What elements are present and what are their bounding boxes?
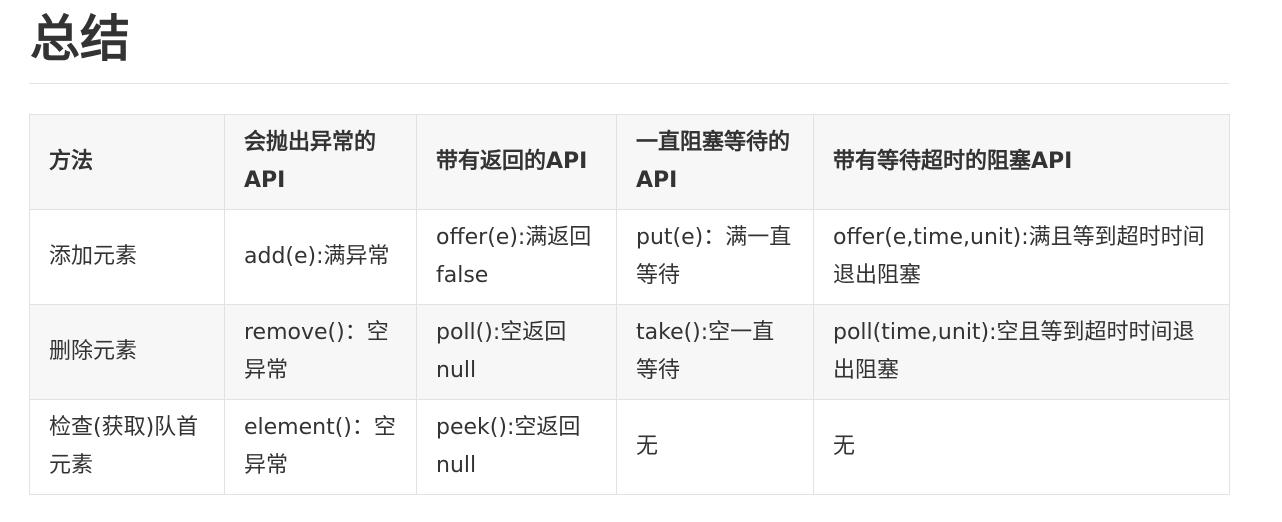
table-cell: 无 [616,399,814,495]
section-heading: 总结 [30,10,130,68]
table-cell: poll():空返回null [416,304,617,400]
table-cell: take():空一直等待 [616,304,814,400]
header-throws-exception-api: 会抛出异常的API [224,114,417,210]
header-blocking-api: 一直阻塞等待的API [616,114,814,210]
summary-table: 方法 会抛出异常的API 带有返回的API 一直阻塞等待的API 带有等待超时的… [29,114,1230,495]
table-cell: 添加元素 [29,209,225,305]
table-row: 删除元素 remove()：空异常 poll():空返回null take():… [29,304,1230,400]
table-cell: put(e)：满一直等待 [616,209,814,305]
table-row: 检查(获取)队首元素 element()：空异常 peek():空返回null … [29,399,1230,495]
table-cell: poll(time,unit):空且等到超时时间退出阻塞 [813,304,1230,400]
table-cell: remove()：空异常 [224,304,417,400]
table-row: 添加元素 add(e):满异常 offer(e):满返回false put(e)… [29,209,1230,305]
header-method: 方法 [29,114,225,210]
table-cell: 删除元素 [29,304,225,400]
table-cell: 检查(获取)队首元素 [29,399,225,495]
table-cell: peek():空返回null [416,399,617,495]
table-cell: element()：空异常 [224,399,417,495]
table-cell: offer(e,time,unit):满且等到超时时间退出阻塞 [813,209,1230,305]
heading-divider [29,83,1229,84]
table-cell: 无 [813,399,1230,495]
table-header-row: 方法 会抛出异常的API 带有返回的API 一直阻塞等待的API 带有等待超时的… [29,114,1230,210]
table-cell: add(e):满异常 [224,209,417,305]
header-timeout-blocking-api: 带有等待超时的阻塞API [813,114,1230,210]
header-return-value-api: 带有返回的API [416,114,617,210]
table-cell: offer(e):满返回false [416,209,617,305]
